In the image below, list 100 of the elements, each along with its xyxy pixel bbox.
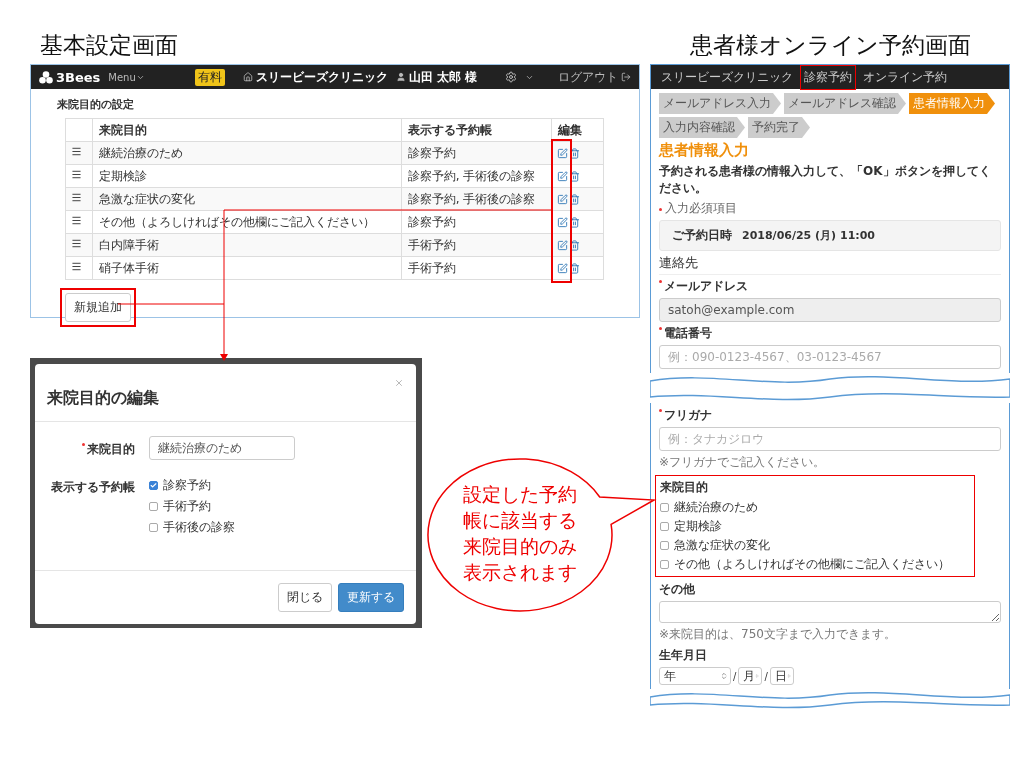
- date-select[interactable]: 日: [769, 667, 794, 685]
- nav-link[interactable]: 診察予約: [800, 64, 856, 90]
- nav-link[interactable]: スリービーズクリニック: [657, 64, 797, 90]
- help-text: ※フリガナでご記入ください。: [659, 454, 827, 471]
- required-mark-icon: [659, 280, 662, 283]
- form-heading: 患者情報入力: [659, 141, 750, 160]
- appointment-label: ご予約日時: [672, 227, 732, 244]
- trash-icon[interactable]: [569, 262, 580, 274]
- field-label: メールアドレス: [659, 278, 1001, 295]
- drag-handle-icon[interactable]: [71, 215, 82, 226]
- column-header: 来院目的: [92, 118, 402, 142]
- update-button[interactable]: 更新する: [338, 583, 404, 612]
- field-label: フリガナ: [659, 407, 1001, 424]
- trash-icon[interactable]: [569, 193, 580, 205]
- app-logo[interactable]: 3Bees: [39, 69, 101, 85]
- text-input[interactable]: 継続治療のため: [149, 436, 295, 460]
- checkbox[interactable]: [660, 560, 669, 569]
- slide-title: 基本設定画面: [40, 31, 178, 60]
- text-input[interactable]: 例：090-0123-4567、03-0123-4567: [659, 345, 1001, 369]
- field-label: 生年月日: [659, 647, 708, 664]
- progress-step: メールアドレス入力: [659, 93, 781, 114]
- field-label: 来院目的: [660, 479, 709, 496]
- checkbox[interactable]: [660, 503, 669, 512]
- edit-icon[interactable]: [557, 239, 568, 251]
- modal-title: 来院目的の編集: [47, 388, 159, 409]
- checkbox-label: 診察予約: [163, 477, 211, 494]
- callout-text: 設定した予約帳に該当する来院目的のみ表示されます: [463, 482, 577, 585]
- checkbox[interactable]: [149, 481, 158, 490]
- field-label: 電話番号: [659, 325, 1001, 342]
- edit-icon[interactable]: [557, 170, 568, 182]
- date-select[interactable]: 月: [738, 667, 763, 685]
- checkbox[interactable]: [660, 522, 669, 531]
- table-cell: 硝子体手術: [92, 256, 402, 280]
- table-cell: 定期検診: [92, 164, 402, 188]
- home-icon: [242, 72, 253, 82]
- add-button[interactable]: 新規追加: [65, 293, 131, 322]
- edit-icon[interactable]: [557, 147, 568, 159]
- table-cell: 診察予約: [401, 141, 552, 165]
- drag-handle-icon[interactable]: [71, 261, 82, 272]
- logo-icon: [39, 70, 53, 84]
- checkbox-label: 継続治療のため: [674, 499, 758, 516]
- progress-step: 予約完了: [748, 117, 810, 138]
- field-label: その他: [659, 581, 696, 598]
- table-cell: 白内障手術: [92, 233, 402, 257]
- progress-step: 患者情報入力: [909, 93, 995, 114]
- edit-icon[interactable]: [557, 216, 568, 228]
- checkbox-label: その他（よろしければその他欄にご記入ください）: [674, 556, 950, 573]
- edit-icon[interactable]: [557, 193, 568, 205]
- plan-badge: 有料: [194, 68, 225, 86]
- checkbox[interactable]: [149, 502, 158, 511]
- date-separator: /: [764, 670, 768, 682]
- close-button[interactable]: 閉じる: [278, 583, 332, 612]
- user-link[interactable]: 山田 太郎 様: [395, 68, 477, 86]
- updown-icon: [720, 672, 728, 680]
- section-title: 連絡先: [659, 254, 1001, 275]
- checkbox[interactable]: [149, 523, 158, 532]
- drag-handle-icon[interactable]: [71, 169, 82, 180]
- column-header: 編集: [551, 118, 604, 142]
- trash-icon[interactable]: [569, 147, 580, 159]
- checkbox[interactable]: [660, 541, 669, 550]
- table-cell: 手術予約: [401, 256, 552, 280]
- table-cell: 継続治療のため: [92, 141, 402, 165]
- clinic-link[interactable]: スリービーズクリニック: [242, 68, 388, 86]
- nav-link[interactable]: オンライン予約: [859, 64, 951, 90]
- appointment-datetime: 2018/06/25 (月) 11:00: [742, 228, 875, 243]
- field-label: 表示する予約帳: [50, 479, 135, 496]
- drag-handle-icon[interactable]: [71, 146, 82, 157]
- table-cell: 診察予約, 手術後の診察: [401, 164, 552, 188]
- drag-handle-icon[interactable]: [71, 238, 82, 249]
- date-select[interactable]: 年: [659, 667, 731, 685]
- progress-step: メールアドレス確認: [784, 93, 906, 114]
- page-heading: 来院目的の設定: [57, 97, 135, 112]
- checkbox-label: 手術後の診察: [163, 519, 235, 536]
- checkbox-label: 急激な症状の変化: [674, 537, 770, 554]
- trash-icon[interactable]: [569, 239, 580, 251]
- required-mark-icon: [659, 409, 662, 412]
- logout-icon: [621, 72, 631, 82]
- date-separator: /: [733, 670, 737, 682]
- checkbox-label: 手術予約: [163, 498, 211, 515]
- table-cell: 診察予約: [401, 210, 552, 234]
- drag-handle-icon[interactable]: [71, 192, 82, 203]
- updown-icon: [755, 672, 760, 680]
- logout-link[interactable]: ログアウト: [558, 68, 631, 86]
- updown-icon: [786, 672, 791, 680]
- settings-icon[interactable]: [505, 71, 517, 83]
- column-header: 表示する予約帳: [401, 118, 552, 142]
- trash-icon[interactable]: [569, 170, 580, 182]
- edit-icon[interactable]: [557, 262, 568, 274]
- progress-step: 入力内容確認: [659, 117, 745, 138]
- text-input[interactable]: 例：タナカジロウ: [659, 427, 1001, 451]
- close-icon[interactable]: [394, 378, 404, 388]
- instruction-text: 予約される患者様の情報入力して、「OK」ボタンを押してください。: [659, 163, 992, 197]
- help-text: ※来院目的は、750文字まで入力できます。: [659, 626, 897, 643]
- required-mark-icon: [82, 443, 85, 446]
- slide-title: 患者様オンライン予約画面: [689, 31, 971, 60]
- menu-link[interactable]: Menu: [108, 71, 145, 83]
- checkbox-label: 定期検診: [674, 518, 722, 535]
- required-mark-icon: [659, 208, 662, 211]
- required-mark-icon: [659, 327, 662, 330]
- trash-icon[interactable]: [569, 216, 580, 228]
